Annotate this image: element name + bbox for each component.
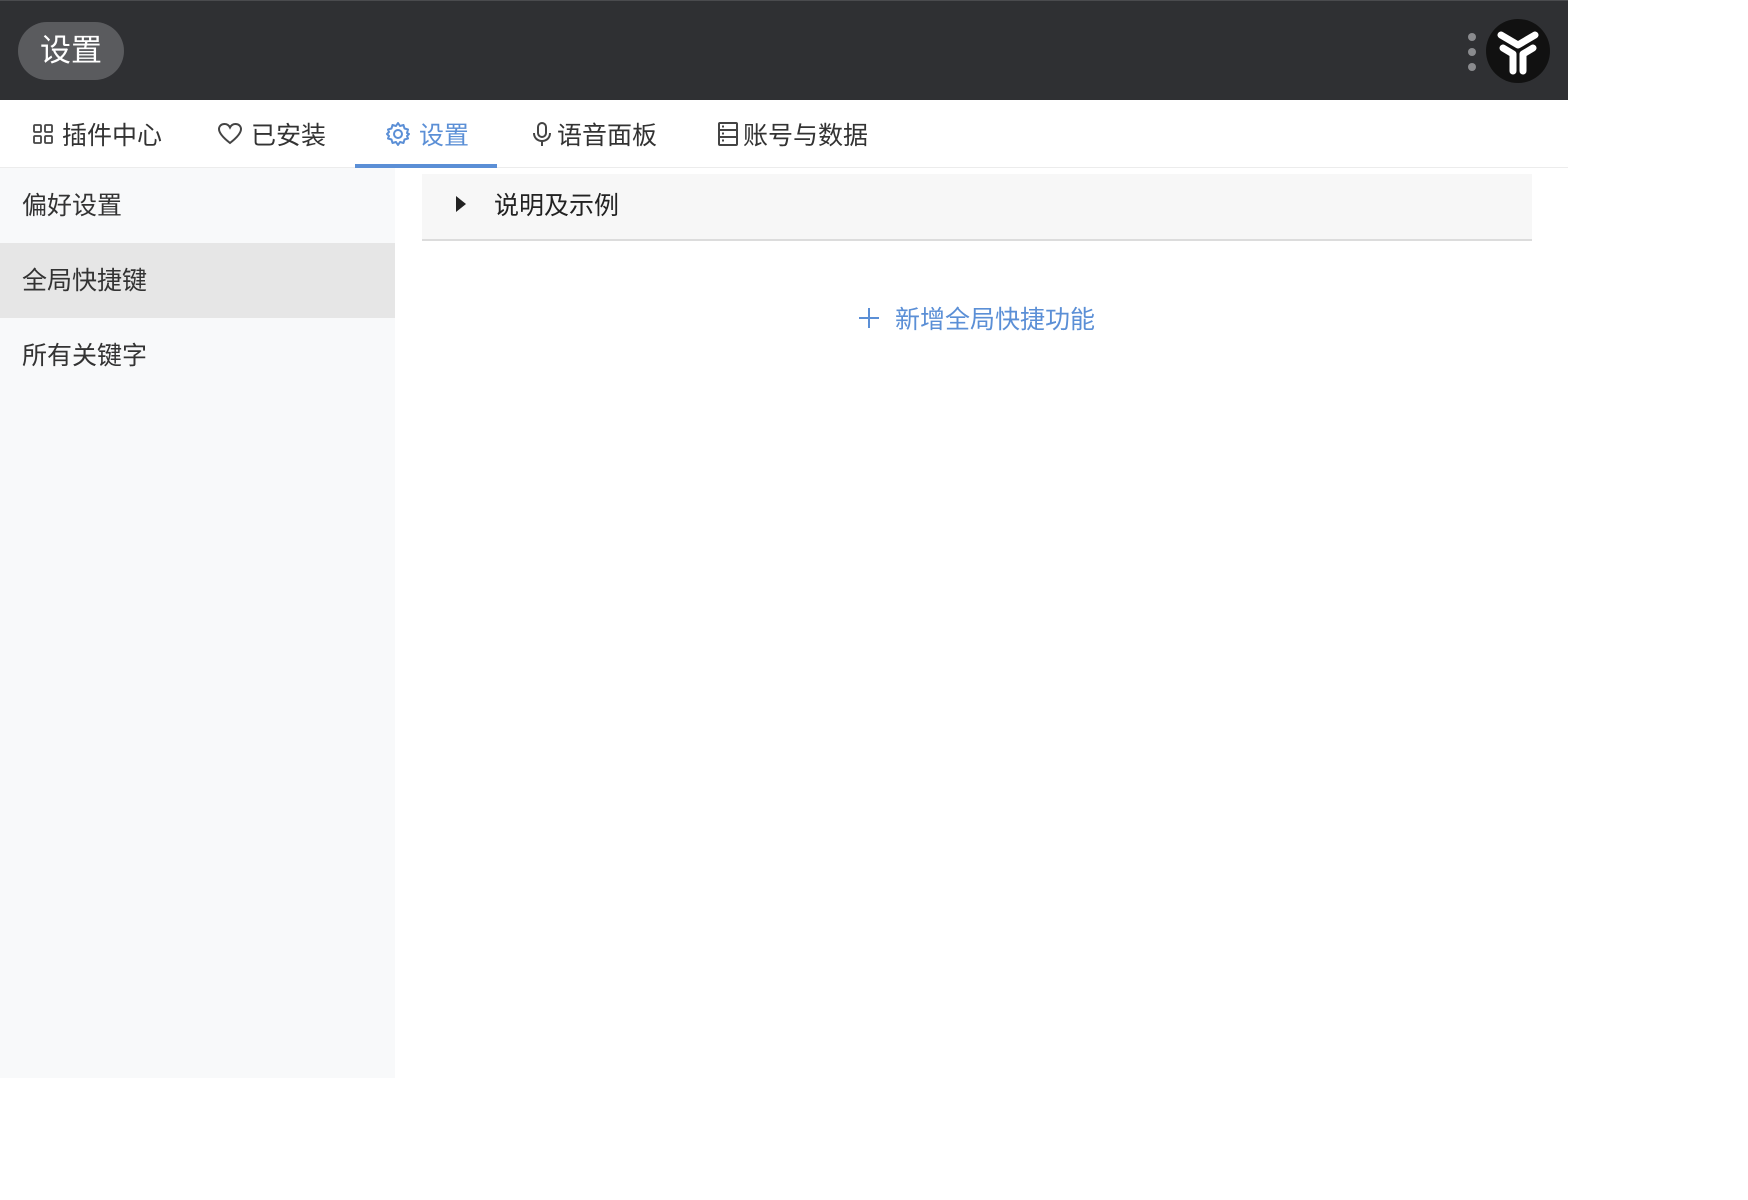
tab-voice-panel[interactable]: 语音面板	[531, 100, 657, 168]
add-global-shortcut-button[interactable]: 新增全局快捷功能	[857, 296, 1095, 340]
tab-label: 已安装	[251, 121, 327, 150]
more-vertical-icon[interactable]	[1462, 31, 1482, 73]
tab-label: 插件中心	[62, 121, 163, 150]
tab-label: 设置	[419, 121, 470, 150]
page-title: 设置	[18, 22, 124, 80]
app-logo-icon[interactable]	[1486, 19, 1550, 83]
sidebar-item-all-keywords[interactable]: 所有关键字	[0, 318, 395, 393]
tab-label: 语音面板	[557, 121, 658, 150]
sidebar: 偏好设置 全局快捷键 所有关键字	[0, 168, 395, 1078]
database-icon	[717, 121, 739, 147]
sidebar-item-preferences[interactable]: 偏好设置	[0, 168, 395, 243]
heart-icon	[217, 122, 243, 146]
gear-icon	[385, 121, 411, 147]
caret-right-icon	[456, 196, 466, 212]
main-content: 说明及示例 新增全局快捷功能	[395, 168, 1568, 1078]
tab-installed[interactable]: 已安装	[217, 100, 326, 168]
app-window: 设置 插件中心 已安装 设置 语音面板 账号与数据 偏好设置 全局快捷键 所有关…	[0, 0, 1568, 1078]
tab-bar: 插件中心 已安装 设置 语音面板 账号与数据	[0, 100, 1568, 168]
tab-settings[interactable]: 设置	[354, 100, 498, 168]
grid-icon	[32, 123, 54, 145]
plus-icon	[857, 306, 881, 330]
sidebar-item-global-shortcuts[interactable]: 全局快捷键	[0, 243, 395, 318]
tab-label: 账号与数据	[743, 121, 869, 150]
microphone-icon	[531, 121, 553, 147]
expander-label: 说明及示例	[494, 191, 620, 220]
title-bar: 设置	[0, 0, 1568, 100]
add-button-label: 新增全局快捷功能	[895, 305, 1096, 334]
instructions-expander[interactable]: 说明及示例	[422, 174, 1532, 241]
tab-account-data[interactable]: 账号与数据	[717, 100, 868, 168]
tab-plugin-center[interactable]: 插件中心	[32, 100, 162, 168]
